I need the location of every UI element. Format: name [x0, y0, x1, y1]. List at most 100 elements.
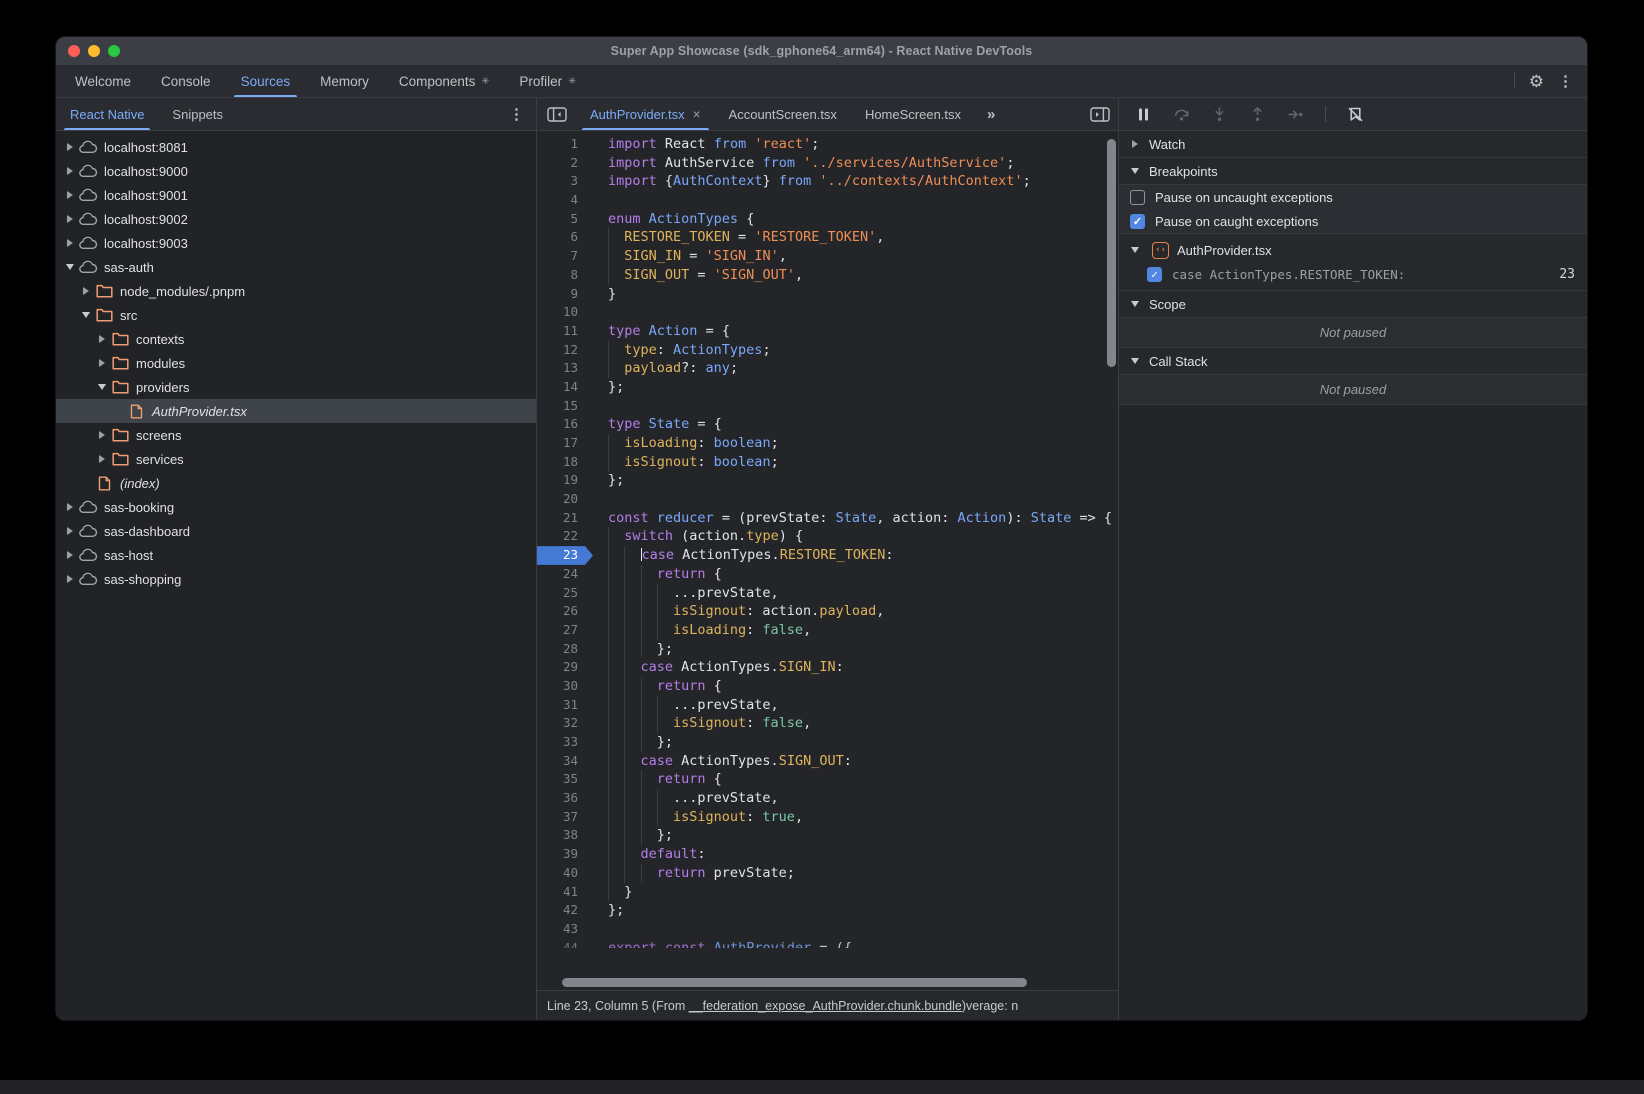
- code-line[interactable]: 29case ActionTypes.SIGN_IN:: [537, 658, 1118, 677]
- step-over-button[interactable]: [1173, 106, 1190, 123]
- code-line[interactable]: 26isSignout: action.payload,: [537, 602, 1118, 621]
- code-line[interactable]: 37isSignout: true,: [537, 808, 1118, 827]
- line-number[interactable]: 43: [537, 920, 593, 939]
- chevron-right-icon[interactable]: [96, 455, 108, 463]
- main-tab-welcome[interactable]: Welcome: [60, 65, 146, 97]
- code-line[interactable]: 4: [537, 191, 1118, 210]
- tree-row-sas-booking[interactable]: sas-booking: [56, 495, 536, 519]
- code-line[interactable]: 44export const AuthProvider = ({: [537, 939, 1118, 948]
- zoom-window-button[interactable]: [108, 45, 120, 57]
- chevron-right-icon[interactable]: [96, 431, 108, 439]
- main-tab-memory[interactable]: Memory: [305, 65, 384, 97]
- chevron-right-icon[interactable]: [64, 551, 76, 559]
- code-line[interactable]: 19};: [537, 471, 1118, 490]
- code-area[interactable]: 1import React from 'react';2import AuthS…: [537, 131, 1118, 990]
- status-source-link[interactable]: __federation_expose_AuthProvider.chunk.b…: [689, 999, 962, 1013]
- code-line[interactable]: 21const reducer = (prevState: State, act…: [537, 509, 1118, 528]
- line-number[interactable]: 26: [537, 602, 593, 621]
- chevron-right-icon[interactable]: [64, 167, 76, 175]
- main-tab-console[interactable]: Console: [146, 65, 226, 97]
- tree-row-contexts[interactable]: contexts: [56, 327, 536, 351]
- line-number[interactable]: 20: [537, 490, 593, 509]
- main-tab-profiler[interactable]: Profiler✳: [504, 65, 591, 97]
- code-line[interactable]: 30return {: [537, 677, 1118, 696]
- line-number[interactable]: 1: [537, 135, 593, 154]
- tree-row-sas-auth[interactable]: sas-auth: [56, 255, 536, 279]
- line-number[interactable]: 31: [537, 696, 593, 715]
- chevron-right-icon[interactable]: [64, 239, 76, 247]
- tree-row-sas-dashboard[interactable]: sas-dashboard: [56, 519, 536, 543]
- line-number[interactable]: 18: [537, 453, 593, 472]
- code-line[interactable]: 13payload?: any;: [537, 359, 1118, 378]
- tree-row-services[interactable]: services: [56, 447, 536, 471]
- code-line[interactable]: 34case ActionTypes.SIGN_OUT:: [537, 752, 1118, 771]
- editor-tab-accountscreen-tsx[interactable]: AccountScreen.tsx: [715, 98, 851, 130]
- line-number[interactable]: 35: [537, 770, 593, 789]
- line-number[interactable]: 15: [537, 397, 593, 416]
- line-number[interactable]: 10: [537, 303, 593, 322]
- step-into-button[interactable]: [1211, 106, 1228, 123]
- scope-section-header[interactable]: Scope: [1119, 291, 1587, 318]
- chevron-down-icon[interactable]: [96, 384, 108, 390]
- line-number[interactable]: 3: [537, 172, 593, 191]
- tree-row-screens[interactable]: screens: [56, 423, 536, 447]
- breakpoint-file-header[interactable]: ‹› AuthProvider.tsx: [1119, 237, 1587, 263]
- breakpoint-entry[interactable]: ✓ case ActionTypes.RESTORE_TOKEN: 23: [1119, 263, 1587, 286]
- line-number[interactable]: 39: [537, 845, 593, 864]
- checkbox-uncaught[interactable]: [1130, 190, 1145, 205]
- line-number[interactable]: 2: [537, 154, 593, 173]
- code-line[interactable]: 27isLoading: false,: [537, 621, 1118, 640]
- code-line[interactable]: 7SIGN_IN = 'SIGN_IN',: [537, 247, 1118, 266]
- line-number[interactable]: 40: [537, 864, 593, 883]
- tree-row-localhost-9002[interactable]: localhost:9002: [56, 207, 536, 231]
- step-out-button[interactable]: [1249, 106, 1266, 123]
- tree-row--index-[interactable]: (index): [56, 471, 536, 495]
- line-number[interactable]: 24: [537, 565, 593, 584]
- line-number[interactable]: 28: [537, 640, 593, 659]
- chevron-right-icon[interactable]: [64, 503, 76, 511]
- chevron-down-icon[interactable]: [64, 264, 76, 270]
- code-line[interactable]: 14};: [537, 378, 1118, 397]
- code-line[interactable]: 11type Action = {: [537, 322, 1118, 341]
- chevron-right-icon[interactable]: [64, 575, 76, 583]
- code-line[interactable]: 12type: ActionTypes;: [537, 341, 1118, 360]
- line-number[interactable]: 25: [537, 584, 593, 603]
- pause-uncaught-row[interactable]: Pause on uncaught exceptions: [1119, 185, 1587, 209]
- editor-tab-homescreen-tsx[interactable]: HomeScreen.tsx: [851, 98, 975, 130]
- navigator-more-icon[interactable]: ⋮: [509, 105, 536, 123]
- tree-row-localhost-8081[interactable]: localhost:8081: [56, 135, 536, 159]
- line-number[interactable]: 21: [537, 509, 593, 528]
- code-line[interactable]: 2import AuthService from '../services/Au…: [537, 154, 1118, 173]
- code-line[interactable]: 6RESTORE_TOKEN = 'RESTORE_TOKEN',: [537, 228, 1118, 247]
- code-line[interactable]: 38};: [537, 826, 1118, 845]
- line-number[interactable]: 41: [537, 883, 593, 902]
- code-line[interactable]: 18isSignout: boolean;: [537, 453, 1118, 472]
- line-number[interactable]: 38: [537, 826, 593, 845]
- line-number[interactable]: 30: [537, 677, 593, 696]
- code-line[interactable]: 5enum ActionTypes {: [537, 210, 1118, 229]
- line-number[interactable]: 32: [537, 714, 593, 733]
- tree-row-localhost-9000[interactable]: localhost:9000: [56, 159, 536, 183]
- code-line[interactable]: 9}: [537, 285, 1118, 304]
- line-number[interactable]: 33: [537, 733, 593, 752]
- tree-row-src[interactable]: src: [56, 303, 536, 327]
- code-line[interactable]: 33};: [537, 733, 1118, 752]
- line-number[interactable]: 27: [537, 621, 593, 640]
- chevron-right-icon[interactable]: [64, 527, 76, 535]
- line-number[interactable]: 4: [537, 191, 593, 210]
- line-number[interactable]: 17: [537, 434, 593, 453]
- line-number[interactable]: 42: [537, 901, 593, 920]
- pause-caught-row[interactable]: ✓ Pause on caught exceptions: [1119, 209, 1587, 233]
- tree-row-sas-shopping[interactable]: sas-shopping: [56, 567, 536, 591]
- navigator-tab-react-native[interactable]: React Native: [56, 98, 158, 130]
- close-tab-icon[interactable]: ×: [693, 107, 701, 122]
- tree-row-providers[interactable]: providers: [56, 375, 536, 399]
- chevron-right-icon[interactable]: [64, 143, 76, 151]
- chevron-right-icon[interactable]: [80, 287, 92, 295]
- line-number[interactable]: 19: [537, 471, 593, 490]
- minimize-window-button[interactable]: [88, 45, 100, 57]
- line-number[interactable]: 13: [537, 359, 593, 378]
- settings-gear-icon[interactable]: ⚙: [1529, 73, 1544, 90]
- code-line[interactable]: 31...prevState,: [537, 696, 1118, 715]
- code-line[interactable]: 3import {AuthContext} from '../contexts/…: [537, 172, 1118, 191]
